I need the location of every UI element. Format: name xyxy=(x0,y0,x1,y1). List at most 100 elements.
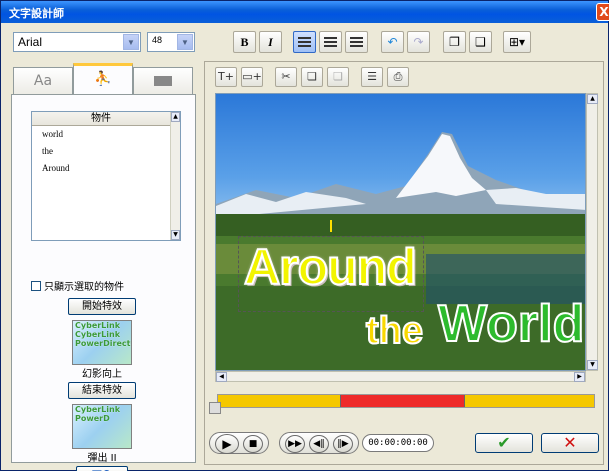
align-right-icon xyxy=(350,37,363,47)
prev-frame-button[interactable]: ◀‖ xyxy=(309,435,329,453)
undo-button[interactable]: ↶ xyxy=(381,31,404,53)
list-item[interactable]: Around xyxy=(32,160,180,177)
align-objects-icon: ☰ xyxy=(367,70,377,83)
paste-icon: ❏ xyxy=(333,70,343,83)
show-selected-checkbox[interactable]: 只顯示選取的物件 xyxy=(31,278,124,293)
insert-text-icon: T+ xyxy=(218,70,234,83)
object-list-header: 物件 xyxy=(32,112,170,126)
preview-text: PowerDirector xyxy=(75,339,131,348)
play-button[interactable]: ▶ xyxy=(215,434,239,454)
send-back-button[interactable]: ❑ xyxy=(469,31,492,53)
preview-canvas[interactable]: Around the World xyxy=(215,93,586,371)
next-frame-icon: ‖▶ xyxy=(337,439,349,449)
rotate-handle[interactable] xyxy=(330,220,332,232)
tab-character[interactable]: ⛹ xyxy=(73,63,133,95)
preview-text: CyberLink xyxy=(75,321,121,330)
timecode-display: 00:00:00:00 xyxy=(362,434,434,452)
paste-button[interactable]: ❏ xyxy=(327,67,349,87)
format-toolbar: Arial ▼ 48 ▼ B I ↶ ↷ ❐ ❑ ⊞▾ xyxy=(5,25,605,57)
canvas-vertical-scrollbar[interactable]: ▲ ▼ xyxy=(586,93,598,371)
font-family-select[interactable]: Arial ▼ xyxy=(13,32,141,52)
copy-button[interactable]: ❏ xyxy=(301,67,323,87)
object-list[interactable]: 物件 world the Around ▲ ▼ xyxy=(31,111,181,241)
text-object-world[interactable]: World xyxy=(437,294,585,354)
tab-bar: Aa ⛹ xyxy=(11,63,196,95)
cut-button[interactable]: ✂ xyxy=(275,67,297,87)
checkbox-box[interactable] xyxy=(31,281,41,291)
text-designer-window: 文字設計師 X Arial ▼ 48 ▼ B I ↶ ↷ ❐ ❑ ⊞▾ Aa ⛹ xyxy=(0,0,609,471)
text-object-the[interactable]: the xyxy=(365,309,424,353)
properties-button[interactable]: ⎙ xyxy=(387,67,409,87)
scroll-up-icon[interactable]: ▲ xyxy=(171,112,180,122)
timeline-middle-segment xyxy=(340,395,464,407)
tab-font[interactable]: Aa xyxy=(13,67,73,95)
timeline-start-segment xyxy=(218,395,340,407)
close-button[interactable]: X xyxy=(596,3,609,21)
timeline-marker[interactable] xyxy=(464,395,465,407)
align-center-button[interactable] xyxy=(319,31,342,53)
font-family-value: Arial xyxy=(18,35,43,49)
scroll-down-icon[interactable]: ▼ xyxy=(587,360,598,370)
canvas-horizontal-scrollbar[interactable]: ◀ ▶ xyxy=(215,371,586,382)
bold-button[interactable]: B xyxy=(233,31,256,53)
copy-icon: ❏ xyxy=(307,70,317,83)
fast-forward-icon: ▶▶ xyxy=(288,439,302,449)
object-list-scrollbar[interactable]: ▲ ▼ xyxy=(170,112,180,240)
list-item[interactable]: the xyxy=(32,143,180,160)
scroll-down-icon[interactable]: ▼ xyxy=(171,230,180,240)
undo-icon: ↶ xyxy=(387,35,398,49)
end-effect-preview[interactable]: CyberLink PowerD xyxy=(72,404,132,449)
next-frame-button[interactable]: ‖▶ xyxy=(333,435,353,453)
left-panel: Aa ⛹ 物件 world the Around ▲ ▼ 只顯示選取的物件 開始… xyxy=(11,63,196,471)
fast-forward-button[interactable]: ▶▶ xyxy=(285,435,305,453)
chevron-down-icon: ▼ xyxy=(177,34,193,50)
font-size-value: 48 xyxy=(152,35,163,45)
stop-button[interactable]: ■ xyxy=(243,435,263,453)
align-center-icon xyxy=(324,37,337,47)
redo-button[interactable]: ↷ xyxy=(407,31,430,53)
list-item[interactable]: world xyxy=(32,126,180,143)
text-object-around[interactable]: Around xyxy=(243,238,418,296)
background-tab-icon xyxy=(154,76,172,86)
end-effect-button[interactable]: 結束特效 xyxy=(68,382,136,399)
end-effect-name: 彈出 II xyxy=(87,453,117,464)
start-effect-button[interactable]: 開始特效 xyxy=(68,298,136,315)
properties-icon: ⎙ xyxy=(393,70,403,83)
window-title: 文字設計師 xyxy=(9,7,64,20)
align-left-button[interactable] xyxy=(293,31,316,53)
preview-text: CyberLink xyxy=(75,405,121,414)
align-objects-button[interactable]: ☰ xyxy=(361,67,383,87)
font-size-select[interactable]: 48 ▼ xyxy=(147,32,195,52)
scroll-right-icon[interactable]: ▶ xyxy=(574,372,585,382)
ok-button[interactable]: ✔ xyxy=(475,433,533,453)
italic-button[interactable]: I xyxy=(259,31,282,53)
tab-panel: 物件 world the Around ▲ ▼ 只顯示選取的物件 開始特效 Cy… xyxy=(11,94,196,471)
cancel-button[interactable]: ✕ xyxy=(541,433,599,453)
timeline-marker[interactable] xyxy=(340,395,341,407)
floppy-disk-icon: ▣↷ xyxy=(91,467,112,471)
insert-image-icon: ▭+ xyxy=(242,70,262,83)
insert-image-button[interactable]: ▭+ xyxy=(241,67,263,87)
title-bar: 文字設計師 X xyxy=(1,1,609,23)
scroll-left-icon[interactable]: ◀ xyxy=(216,372,227,382)
checkbox-label: 只顯示選取的物件 xyxy=(44,282,124,293)
preview-text: CyberLink xyxy=(75,330,121,339)
save-template-button[interactable]: ▣↷ xyxy=(76,466,128,471)
character-tab-icon: ⛹ xyxy=(94,71,112,87)
bring-front-icon: ❐ xyxy=(449,35,460,49)
effect-timeline[interactable] xyxy=(217,394,595,408)
scissors-icon: ✂ xyxy=(281,70,291,83)
redo-icon: ↷ xyxy=(413,35,424,49)
grid-button[interactable]: ⊞▾ xyxy=(503,31,531,53)
bring-front-button[interactable]: ❐ xyxy=(443,31,466,53)
start-effect-preview[interactable]: CyberLink CyberLink PowerDirector xyxy=(72,320,132,365)
scroll-up-icon[interactable]: ▲ xyxy=(587,94,598,104)
stop-icon: ■ xyxy=(248,439,258,449)
play-icon: ▶ xyxy=(222,437,232,451)
grid-icon: ⊞▾ xyxy=(508,35,526,49)
tab-background[interactable] xyxy=(133,67,193,95)
align-right-button[interactable] xyxy=(345,31,368,53)
timeline-slider-thumb[interactable] xyxy=(209,402,221,414)
font-tab-icon: Aa xyxy=(33,73,53,89)
insert-text-button[interactable]: T+ xyxy=(215,67,237,87)
